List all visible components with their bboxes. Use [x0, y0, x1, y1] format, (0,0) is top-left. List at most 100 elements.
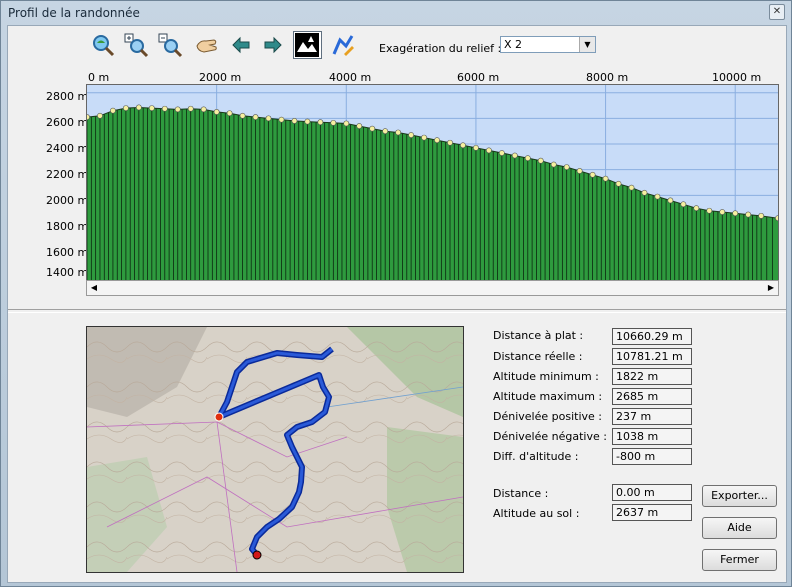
flat-distance-value: 10660.29 m — [612, 328, 692, 345]
y-tick-label: 1400 m — [46, 266, 89, 279]
y-tick-label: 2200 m — [46, 168, 89, 181]
elevation-point — [654, 193, 661, 200]
elevation-point — [732, 210, 739, 217]
positive-elevation-value: 237 m — [612, 408, 692, 425]
elevation-point — [395, 129, 402, 136]
next-button[interactable] — [260, 32, 286, 58]
y-tick-label: 1600 m — [46, 246, 89, 259]
landscape-trees-icon — [295, 33, 319, 57]
elevation-point — [135, 104, 142, 111]
elevation-point — [382, 128, 389, 135]
elevation-point — [693, 205, 700, 212]
arrow-left-icon — [232, 36, 250, 54]
elevation-point — [110, 107, 116, 114]
elevation-point — [498, 150, 505, 156]
elevation-point — [602, 175, 609, 182]
negative-elevation-label: Dénivelée négative : — [493, 430, 607, 443]
profile-window: Profil de la randonnée ✕ Exagération du … — [0, 0, 792, 587]
elevation-point — [524, 155, 531, 162]
elevation-profile-svg — [84, 85, 781, 280]
elevation-point — [745, 211, 752, 218]
window-close-button[interactable]: ✕ — [769, 4, 785, 20]
pan-button[interactable] — [194, 32, 220, 58]
elevation-point — [511, 152, 518, 159]
help-button[interactable]: Aide — [702, 517, 777, 539]
x-tick-label: 8000 m — [586, 71, 629, 84]
elevation-point — [473, 144, 479, 151]
elevation-point — [304, 118, 311, 125]
start-marker-icon — [214, 412, 224, 422]
x-tick-label: 2000 m — [199, 71, 242, 84]
elevation-point — [200, 106, 207, 113]
profile-horizontal-scrollbar[interactable]: ◀ ▶ — [86, 280, 779, 296]
end-marker-icon — [252, 550, 262, 560]
path-edit-button[interactable] — [330, 32, 356, 58]
elevation-point — [589, 171, 596, 178]
elevation-point — [265, 115, 272, 122]
x-tick-label: 0 m — [88, 71, 110, 84]
elevation-point — [667, 197, 674, 204]
elevation-point — [148, 105, 155, 111]
elevation-point — [369, 125, 376, 132]
cursor-distance-value: 0.00 m — [612, 484, 692, 501]
x-tick-label: 6000 m — [457, 71, 500, 84]
scroll-left-arrow-icon[interactable]: ◀ — [87, 281, 101, 295]
altitude-min-label: Altitude minimum : — [493, 370, 599, 383]
zoom-out-button[interactable] — [157, 32, 183, 58]
arrow-right-icon — [264, 36, 282, 54]
elevation-profile-chart[interactable] — [84, 84, 781, 281]
elevation-point — [563, 164, 570, 171]
positive-elevation-label: Dénivelée positive : — [493, 410, 602, 423]
elevation-point — [460, 142, 466, 149]
altitude-min-value: 1822 m — [612, 368, 692, 385]
real-distance-label: Distance réelle : — [493, 350, 583, 363]
elevation-point — [758, 212, 765, 219]
zoom-in-button[interactable] — [123, 32, 149, 58]
landscape-toggle-button[interactable] — [293, 31, 322, 59]
flat-distance-label: Distance à plat : — [493, 329, 584, 342]
title-bar[interactable]: Profil de la randonnée ✕ — [1, 1, 791, 25]
panel-splitter[interactable] — [8, 309, 786, 313]
relief-exaggeration-select[interactable]: X 2 ▼ — [500, 36, 596, 53]
y-tick-label: 2400 m — [46, 142, 89, 155]
elevation-point — [680, 201, 687, 208]
relief-exaggeration-value: X 2 — [504, 38, 523, 51]
elevation-point — [719, 209, 726, 215]
y-tick-label: 1800 m — [46, 220, 89, 233]
x-tick-label: 4000 m — [329, 71, 372, 84]
export-button[interactable]: Exporter... — [702, 485, 777, 507]
scroll-right-arrow-icon[interactable]: ▶ — [764, 281, 778, 295]
elevation-point — [343, 120, 350, 127]
route-map[interactable] — [86, 326, 464, 573]
zoom-out-icon — [158, 33, 183, 58]
x-tick-label: 10000 m — [712, 71, 762, 84]
elevation-point — [641, 189, 648, 196]
pan-hand-icon — [196, 39, 217, 53]
elevation-point — [421, 134, 427, 141]
elevation-point — [291, 118, 298, 124]
elevation-point — [706, 207, 713, 214]
zoom-in-icon — [124, 33, 149, 58]
altitude-max-value: 2685 m — [612, 388, 692, 405]
elevation-point — [97, 112, 103, 119]
client-area: Exagération du relief : X 2 ▼ 0 m 2000 m… — [7, 25, 787, 583]
x-axis: 0 m 2000 m 4000 m 6000 m 8000 m 10000 m — [8, 71, 786, 85]
elevation-point — [550, 161, 557, 168]
zoom-fit-button[interactable] — [90, 32, 116, 58]
y-tick-label: 2800 m — [46, 90, 89, 103]
elevation-point — [317, 119, 324, 126]
elevation-point — [278, 116, 285, 123]
altitude-max-label: Altitude maximum : — [493, 390, 603, 403]
ground-altitude-label: Altitude au sol : — [493, 507, 580, 520]
chevron-down-icon[interactable]: ▼ — [579, 37, 595, 52]
previous-button[interactable] — [228, 32, 254, 58]
elevation-point — [174, 106, 181, 113]
cursor-distance-label: Distance : — [493, 487, 549, 500]
window-title: Profil de la randonnée — [8, 6, 140, 20]
elevation-point — [628, 184, 635, 191]
close-button[interactable]: Fermer — [702, 549, 777, 571]
altitude-diff-value: -800 m — [612, 448, 692, 465]
ground-altitude-value: 2637 m — [612, 504, 692, 521]
elevation-point — [356, 123, 363, 129]
elevation-point — [408, 132, 415, 138]
